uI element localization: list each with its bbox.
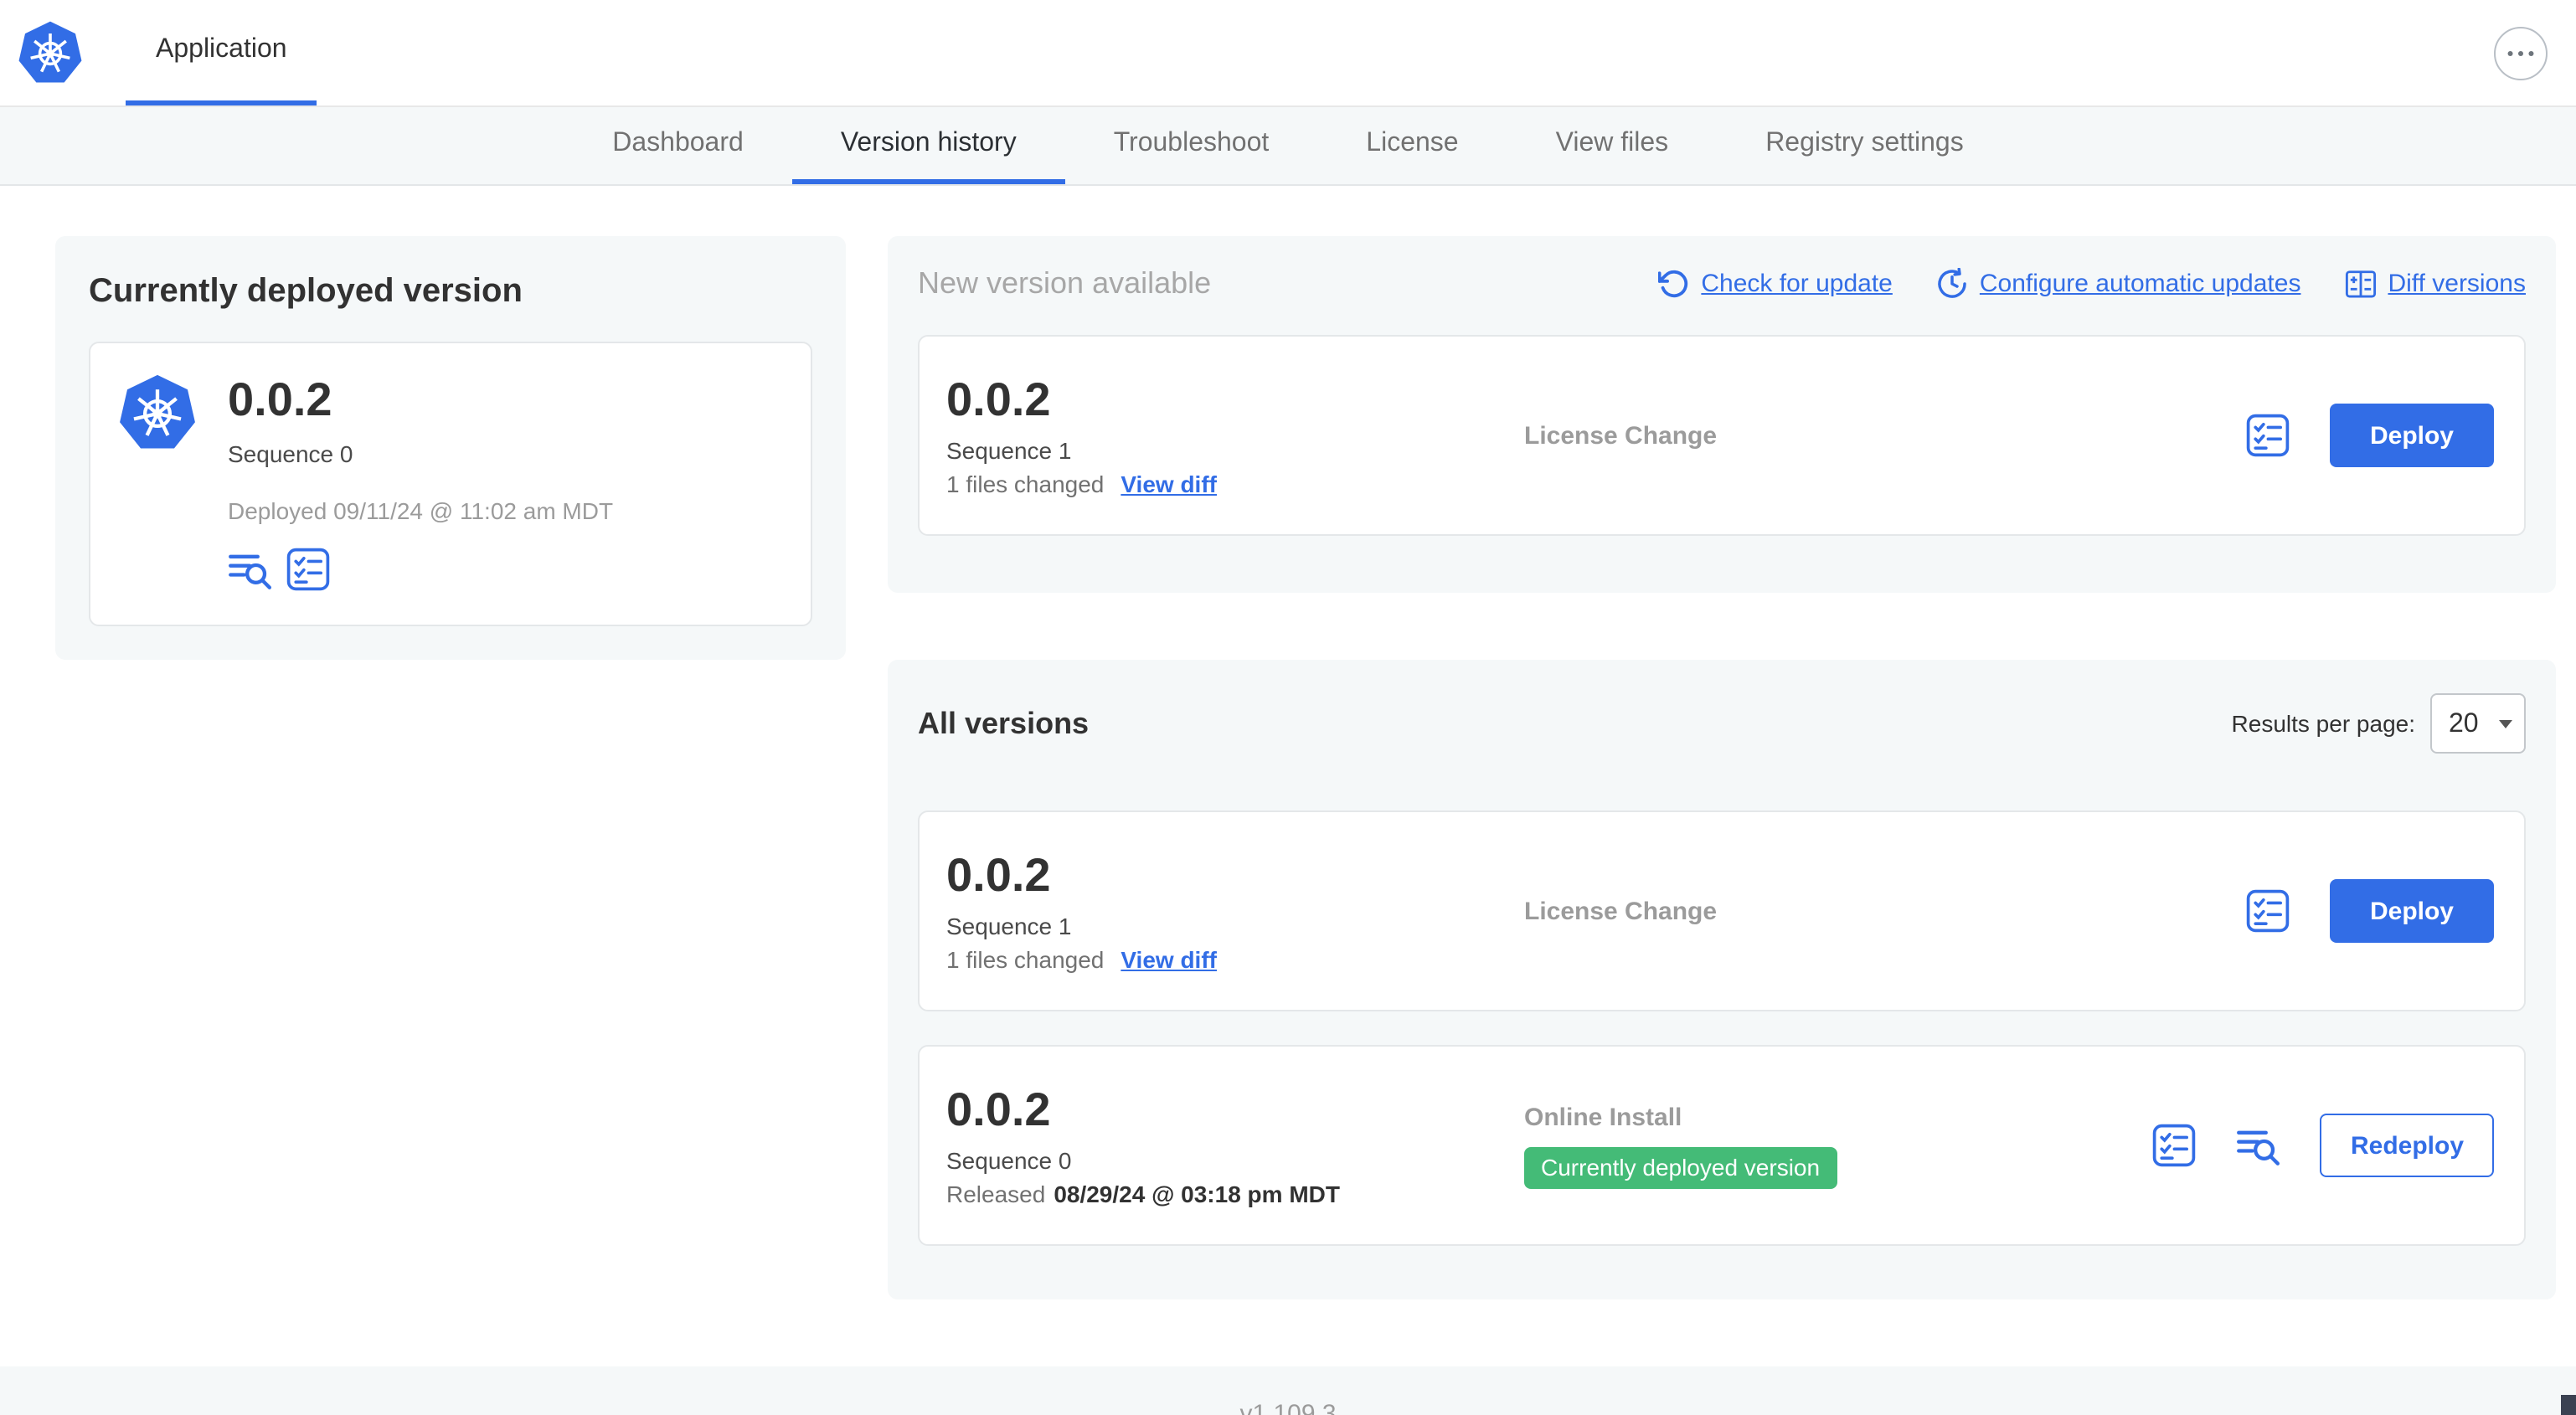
preflight-checks-button[interactable] (286, 548, 330, 591)
diff-versions-link[interactable]: Diff versions (2344, 268, 2526, 300)
sequence-label: Sequence 0 (228, 440, 353, 467)
version-source: License Change (1524, 897, 2246, 925)
sequence-label: Sequence 1 (946, 437, 1072, 464)
files-changed-row: 1 files changed View diff (946, 946, 1524, 973)
ellipsis-icon (2507, 49, 2534, 56)
version-number: 0.0.2 (228, 373, 332, 425)
main-content: Currently deployed version 0.0.2 Sequenc… (0, 186, 2576, 1299)
version-source-label: License Change (1524, 897, 1718, 925)
tab-application[interactable]: Application (126, 0, 317, 105)
version-number: 0.0.2 (946, 849, 1051, 901)
deployed-version-actions (228, 548, 613, 591)
tab-dashboard[interactable]: Dashboard (564, 107, 792, 184)
deployed-timestamp: Deployed 09/11/24 @ 11:02 am MDT (228, 497, 614, 524)
results-per-page: Results per page: 20 (2232, 693, 2526, 754)
version-source: License Change (1524, 421, 2246, 450)
deployed-version-info: 0.0.2 Sequence 0 Deployed 09/11/24 @ 11:… (228, 373, 613, 591)
version-actions: Deploy (2246, 404, 2494, 467)
admin-console-page: Application Dashboard Version history Tr… (0, 0, 2576, 1415)
all-versions-list: 0.0.2 Sequence 1 1 files changed View di… (918, 810, 2526, 1246)
release-notes-button[interactable] (2237, 1124, 2280, 1167)
version-source-label: Online Install (1524, 1103, 1682, 1131)
tab-version-history[interactable]: Version history (791, 107, 1065, 184)
tab-registry-settings[interactable]: Registry settings (1717, 107, 2012, 184)
new-version-title: New version available (918, 266, 1212, 300)
tab-label: Troubleshoot (1113, 128, 1270, 157)
kubernetes-logo-icon (117, 373, 198, 454)
results-per-page-select[interactable]: 20 (2430, 693, 2526, 754)
currently-deployed-panel: Currently deployed version 0.0.2 Sequenc… (55, 236, 846, 660)
tab-license[interactable]: License (1317, 107, 1507, 184)
new-version-card: 0.0.2 Sequence 1 1 files changed View di… (918, 335, 2526, 536)
all-versions-title: All versions (918, 706, 1090, 739)
version-actions: Deploy (2246, 879, 2494, 943)
version-info: 0.0.2 Sequence 1 1 files changed View di… (946, 849, 1524, 973)
deployed-version-card: 0.0.2 Sequence 0 Deployed 09/11/24 @ 11:… (89, 342, 812, 626)
results-per-page-label: Results per page: (2231, 710, 2415, 737)
version-info: 0.0.2 Sequence 1 1 files changed View di… (946, 373, 1524, 497)
files-changed-label: 1 files changed (946, 471, 1105, 497)
more-options-button[interactable] (2494, 26, 2548, 80)
version-row: 0.0.2 Sequence 0 Released 08/29/24 @ 03:1… (918, 1045, 2526, 1246)
currently-deployed-badge: Currently deployed version (1524, 1146, 1837, 1188)
deploy-button[interactable]: Deploy (2329, 404, 2494, 467)
kubernetes-logo-icon (17, 20, 84, 87)
diff-icon (2344, 268, 2376, 300)
check-for-update-link[interactable]: Check for update (1657, 268, 1893, 300)
files-changed-row: 1 files changed View diff (946, 471, 1524, 497)
tab-troubleshoot[interactable]: Troubleshoot (1065, 107, 1318, 184)
app-header: Application (0, 0, 2576, 107)
release-notes-button[interactable] (228, 548, 271, 591)
all-versions-panel: All versions Results per page: 20 0.0.2 … (888, 660, 2556, 1299)
version-source: Online Install Currently deployed versio… (1524, 1103, 2153, 1188)
tab-label: Version history (840, 128, 1017, 157)
right-column: New version available Check for update C… (888, 236, 2556, 1299)
tab-label: View files (1555, 128, 1669, 157)
configure-automatic-updates-link[interactable]: Configure automatic updates (1936, 268, 2301, 300)
currently-deployed-title: Currently deployed version (89, 273, 523, 310)
view-diff-link[interactable]: View diff (1121, 471, 1217, 497)
released-prefix: Released (946, 1181, 1046, 1207)
new-version-header: New version available Check for update C… (918, 266, 2526, 301)
new-version-panel: New version available Check for update C… (888, 236, 2556, 593)
page-scrollbar-thumb[interactable] (2561, 1395, 2576, 1415)
header-spacer (317, 0, 2494, 105)
deploy-button[interactable]: Deploy (2329, 879, 2494, 943)
redeploy-button[interactable]: Redeploy (2320, 1114, 2494, 1177)
check-for-update-label: Check for update (1701, 270, 1893, 298)
app-footer: v1.109.3 (0, 1366, 2576, 1415)
tab-label: Dashboard (612, 128, 744, 157)
version-number: 0.0.2 (946, 373, 1051, 425)
released-date: 08/29/24 @ 03:18 pm MDT (1054, 1181, 1340, 1207)
rotate-ccw-icon (1657, 268, 1689, 300)
version-source-label: License Change (1524, 421, 1718, 450)
app-subnav: Dashboard Version history Troubleshoot L… (0, 107, 2576, 186)
version-number: 0.0.2 (946, 1083, 1051, 1135)
released-timestamp: Released 08/29/24 @ 03:18 pm MDT (946, 1181, 1524, 1207)
clock-arrow-icon (1936, 268, 1968, 300)
version-row: 0.0.2 Sequence 1 1 files changed View di… (918, 810, 2526, 1011)
sequence-label: Sequence 0 (946, 1147, 1072, 1174)
preflight-checks-button[interactable] (2246, 889, 2290, 933)
version-actions: Redeploy (2153, 1114, 2494, 1177)
diff-versions-label: Diff versions (2388, 270, 2526, 298)
files-changed-label: 1 files changed (946, 946, 1105, 973)
configure-automatic-updates-label: Configure automatic updates (1979, 270, 2301, 298)
all-versions-header: All versions Results per page: 20 (918, 693, 2526, 754)
results-per-page-select-wrap: 20 (2430, 693, 2526, 754)
view-diff-link[interactable]: View diff (1121, 946, 1217, 973)
preflight-checks-button[interactable] (2153, 1124, 2197, 1167)
new-version-links: Check for update Configure automatic upd… (1657, 268, 2526, 300)
tab-label: License (1366, 128, 1459, 157)
tab-view-files[interactable]: View files (1507, 107, 1718, 184)
footer-version: v1.109.3 (1239, 1399, 1337, 1415)
preflight-checks-button[interactable] (2246, 414, 2290, 457)
app-tab-label: Application (156, 35, 287, 64)
version-info: 0.0.2 Sequence 0 Released 08/29/24 @ 03:1… (946, 1083, 1524, 1207)
sequence-label: Sequence 1 (946, 913, 1072, 939)
tab-label: Registry settings (1765, 128, 1964, 157)
